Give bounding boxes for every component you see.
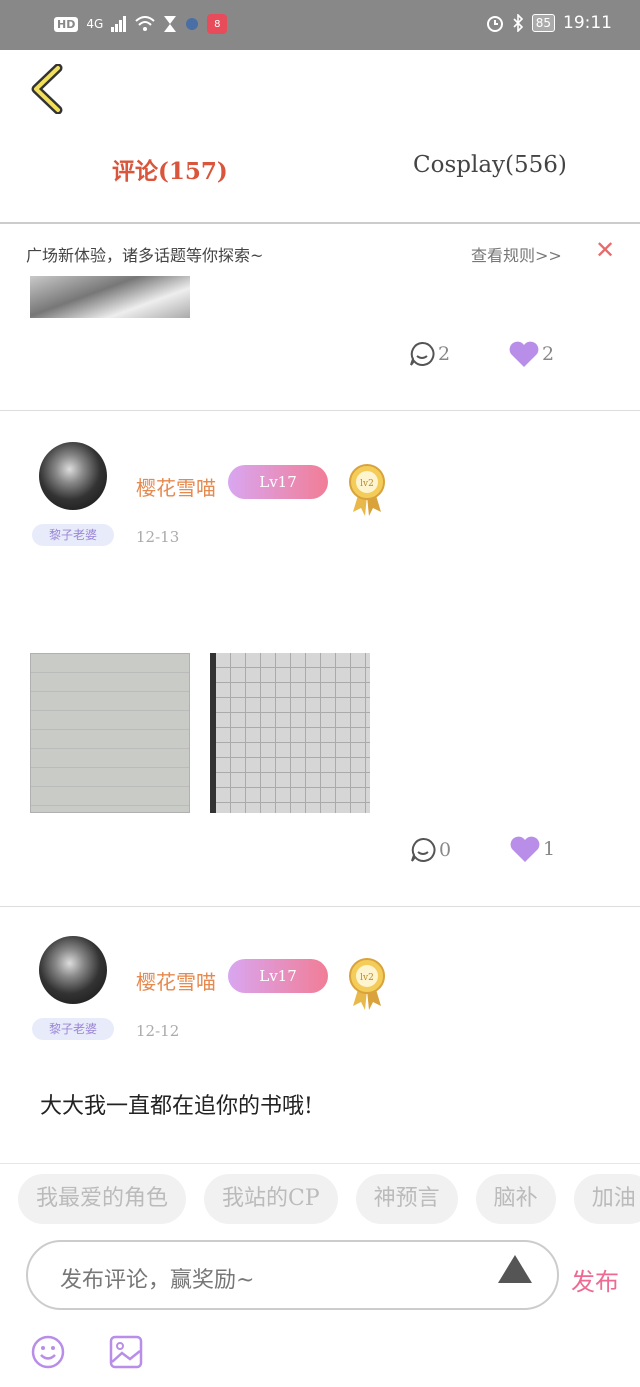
user-title-badge: 黎子老婆: [32, 524, 114, 546]
signal-icon: [111, 16, 127, 32]
post-date: 12-13: [136, 528, 180, 546]
topic-chip-bar: 我最爱的角色 我站的CP 神预言 脑补 加油: [0, 1163, 640, 1236]
comment-count[interactable]: 2: [408, 340, 450, 368]
clock: 19:11: [563, 13, 612, 33]
app-notification-icon: [186, 18, 199, 30]
status-bar: HD 4G 8 85 19:11: [0, 0, 640, 50]
topic-chip[interactable]: 我站的CP: [204, 1174, 338, 1224]
back-arrow-icon[interactable]: [28, 64, 68, 114]
app-badge-icon: 8: [207, 14, 228, 34]
avatar[interactable]: [39, 936, 107, 1004]
topic-chip[interactable]: 加油: [573, 1174, 640, 1224]
heart-icon: [510, 836, 540, 862]
medal-icon: lv2: [349, 958, 385, 1010]
post-separator: [0, 906, 640, 907]
topic-chips: 我最爱的角色 我站的CP 神预言 脑补 加油: [18, 1174, 640, 1224]
topic-chip[interactable]: 脑补: [475, 1174, 556, 1224]
comment-input-placeholder: 发布评论，赢奖励~: [60, 1268, 255, 1293]
medal-text: lv2: [360, 973, 374, 983]
close-notice-icon[interactable]: ✕: [595, 236, 615, 264]
avatar[interactable]: [39, 442, 107, 510]
status-left: HD 4G 8: [54, 14, 228, 34]
like-count[interactable]: 1: [509, 835, 555, 863]
post-separator: [0, 410, 640, 411]
emoji-icon[interactable]: [30, 1334, 66, 1370]
like-count-value: 1: [543, 838, 556, 860]
status-right: 85 19:11: [486, 13, 612, 33]
tab-comments[interactable]: 评论(157): [112, 152, 228, 186]
post-date: 12-12: [136, 1022, 180, 1040]
level-badge: Lv17: [228, 959, 328, 993]
hd-indicator: HD: [54, 16, 79, 32]
publish-button[interactable]: 发布: [571, 1262, 619, 1297]
wifi-icon: [135, 16, 155, 31]
username[interactable]: 樱花雪喵: [136, 472, 216, 501]
alarm-icon: [486, 16, 503, 32]
level-badge: Lv17: [228, 465, 328, 499]
image-icon[interactable]: [108, 1334, 144, 1370]
like-count-value: 2: [542, 343, 555, 365]
username[interactable]: 樱花雪喵: [136, 966, 216, 995]
battery-indicator: 85: [531, 14, 555, 32]
hourglass-icon: [164, 16, 177, 32]
expand-triangle-icon[interactable]: [498, 1255, 532, 1283]
post-text: 大大我一直都在追你的书哦!: [40, 1094, 313, 1119]
notice-text: 广场新体验，诸多话题等你探索~: [26, 246, 264, 265]
heart-icon: [509, 341, 539, 367]
tab-cosplay[interactable]: Cosplay(556): [413, 152, 567, 178]
topic-chip[interactable]: 神预言: [355, 1174, 458, 1224]
comment-icon: [411, 837, 436, 862]
comment-count-value: 2: [438, 343, 451, 365]
comment-count-value: 0: [439, 839, 452, 861]
topic-chip[interactable]: 我最爱的角色: [18, 1174, 187, 1224]
like-count[interactable]: 2: [508, 340, 554, 368]
comment-icon: [410, 341, 435, 366]
post-image[interactable]: [30, 653, 190, 813]
medal-text: lv2: [360, 479, 374, 489]
network-indicator: 4G: [86, 17, 104, 31]
user-title-badge: 黎子老婆: [32, 1018, 114, 1040]
post-image[interactable]: [210, 653, 370, 813]
medal-icon: lv2: [349, 464, 385, 516]
tab-divider: [0, 222, 640, 224]
bluetooth-icon: [513, 14, 523, 32]
post-image[interactable]: [30, 276, 190, 318]
rules-link[interactable]: 查看规则>>: [471, 242, 562, 266]
comment-count[interactable]: 0: [409, 836, 451, 864]
